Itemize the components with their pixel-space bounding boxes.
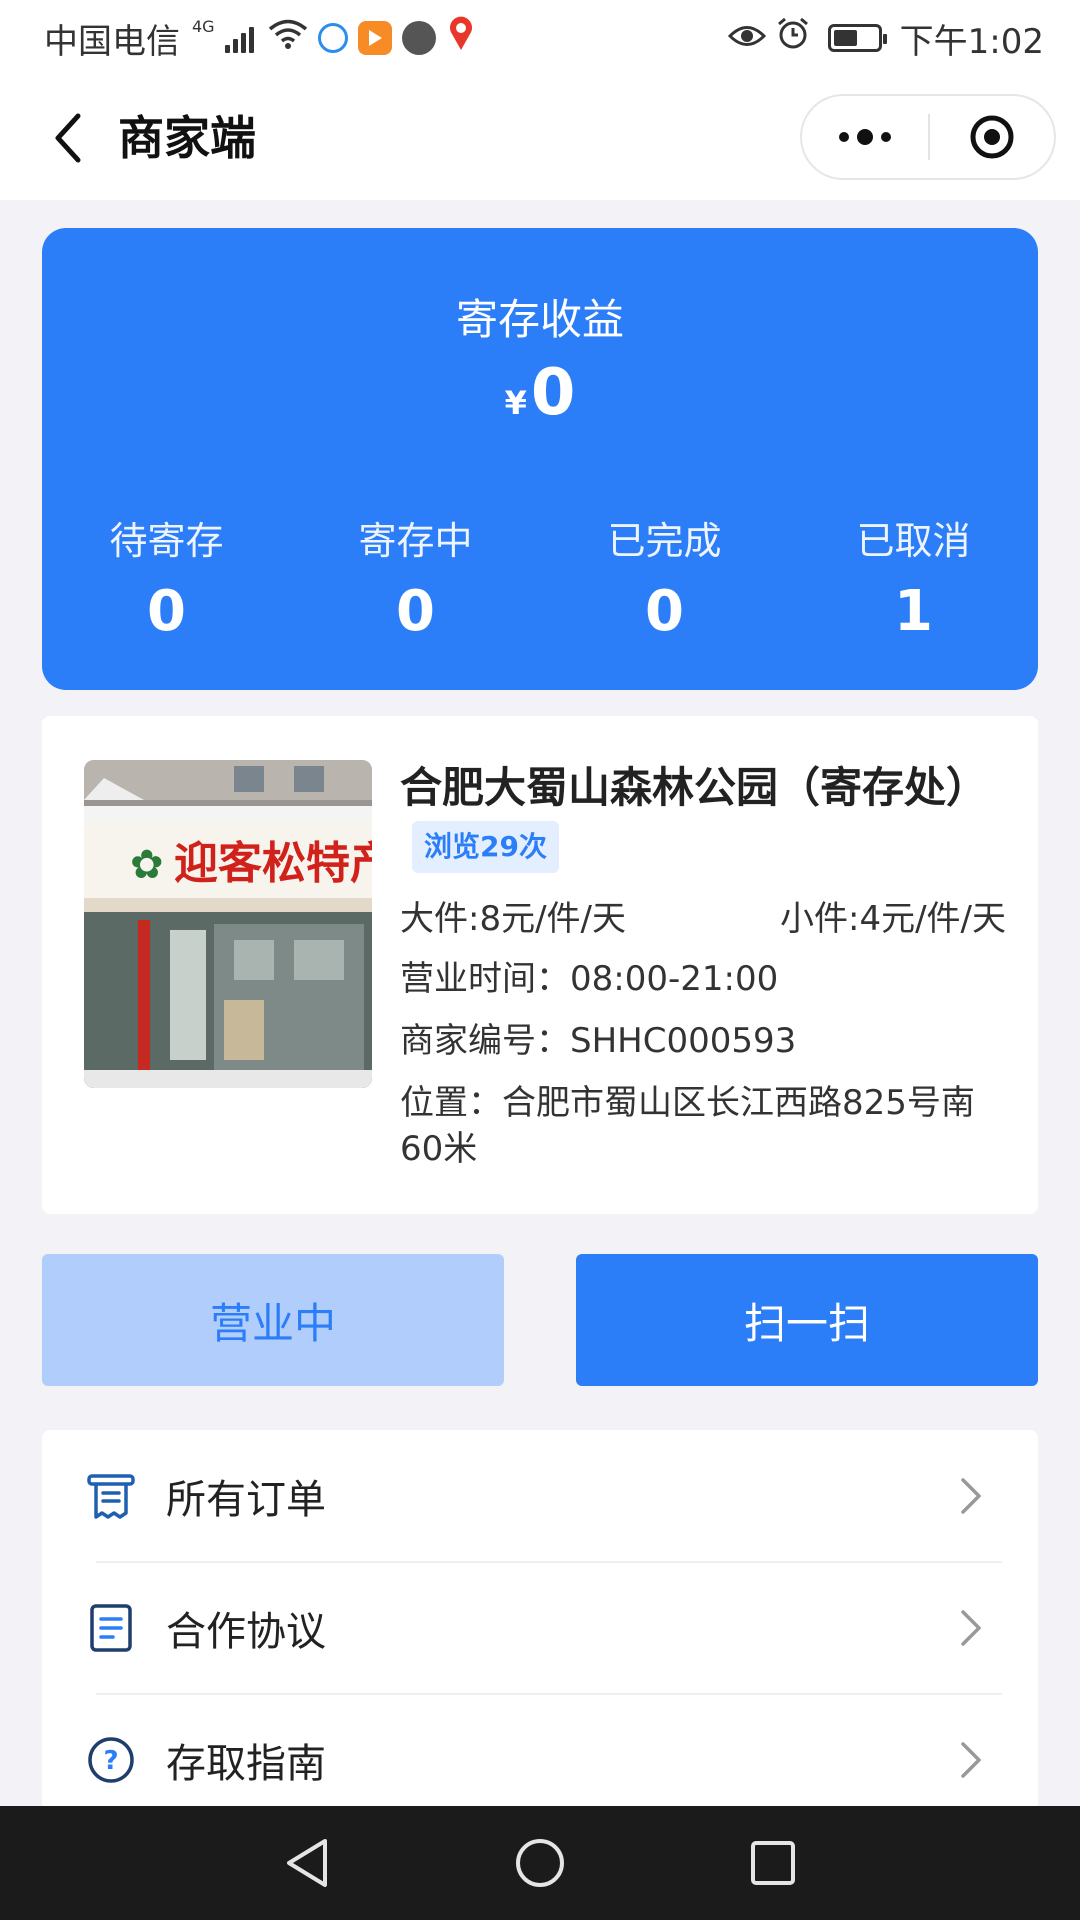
back-button[interactable] bbox=[36, 106, 100, 170]
menu-item-agreement[interactable]: 合作协议 bbox=[42, 1562, 1038, 1694]
video-app-icon bbox=[357, 21, 392, 55]
business-hours: 营业时间：08:00-21:00 bbox=[400, 958, 779, 999]
menu-item-label: 所有订单 bbox=[166, 1477, 326, 1523]
stat-completed[interactable]: 已完成 0 bbox=[540, 510, 789, 644]
menu-item-label: 合作协议 bbox=[166, 1609, 326, 1655]
chevron-right-icon bbox=[956, 1608, 986, 1648]
menu-item-guide[interactable]: ? 存取指南 bbox=[42, 1694, 1038, 1810]
sign-text: 迎客松特产 bbox=[174, 838, 372, 889]
page-title: 商家端 bbox=[118, 111, 256, 165]
stat-value: 1 bbox=[894, 579, 933, 644]
document-icon bbox=[86, 1603, 136, 1653]
browser-app-icon bbox=[401, 21, 436, 55]
shop-photo: 迎客松特产 ✿ bbox=[84, 760, 372, 1088]
app-notification-icon bbox=[317, 23, 348, 53]
currency-symbol: ¥ bbox=[504, 384, 527, 422]
target-icon bbox=[970, 115, 1014, 159]
views-badge: 浏览29次 bbox=[412, 820, 559, 873]
status-bar: 中国电信 4G 下午1:02 bbox=[0, 0, 1080, 76]
system-home-button[interactable] bbox=[510, 1833, 570, 1893]
help-icon: ? bbox=[86, 1735, 136, 1785]
stat-value: 0 bbox=[396, 579, 435, 644]
svg-text:?: ? bbox=[103, 1746, 118, 1776]
signal-icon bbox=[224, 23, 254, 53]
circle-home-icon bbox=[515, 1839, 564, 1887]
business-status-button[interactable]: 营业中 bbox=[42, 1254, 504, 1386]
stat-storing[interactable]: 寄存中 0 bbox=[291, 510, 540, 644]
more-dots-icon bbox=[839, 132, 849, 142]
stat-label: 已完成 bbox=[607, 519, 722, 563]
alarm-icon bbox=[776, 17, 810, 60]
merchant-number: 商家编号：SHHC000593 bbox=[400, 1020, 797, 1061]
system-back-button[interactable] bbox=[277, 1833, 337, 1893]
system-recents-button[interactable] bbox=[743, 1833, 803, 1893]
income-amount: ¥0 bbox=[42, 356, 1038, 430]
stat-label: 已取消 bbox=[856, 519, 971, 563]
stat-label: 待寄存 bbox=[109, 519, 224, 563]
map-app-icon bbox=[446, 16, 476, 61]
mini-program-capsule bbox=[800, 94, 1056, 180]
stat-cancelled[interactable]: 已取消 1 bbox=[789, 510, 1038, 644]
income-title: 寄存收益 bbox=[455, 295, 624, 344]
stat-label: 寄存中 bbox=[358, 519, 473, 563]
clock-time: 下午1:02 bbox=[899, 21, 1044, 62]
amount-value: 0 bbox=[530, 356, 576, 430]
more-button[interactable] bbox=[802, 96, 928, 178]
scan-button[interactable]: 扫一扫 bbox=[576, 1254, 1038, 1386]
shop-name-text: 合肥大蜀山森林公园（寄存处） bbox=[400, 763, 989, 812]
shop-location: 位置：合肥市蜀山区长江西路825号南60米 bbox=[400, 1082, 975, 1169]
wifi-icon bbox=[268, 18, 308, 59]
menu-list: 所有订单 合作协议 ? 存取指南 bbox=[42, 1430, 1038, 1810]
triangle-back-icon bbox=[286, 1839, 327, 1887]
system-nav-bar bbox=[0, 1806, 1080, 1920]
battery-icon bbox=[827, 24, 887, 52]
income-card: 寄存收益 ¥0 待寄存 0 寄存中 0 已完成 0 已取消 1 bbox=[42, 228, 1038, 690]
stat-value: 0 bbox=[147, 579, 186, 644]
stat-value: 0 bbox=[645, 579, 684, 644]
price-row: 大件:8元/件/天 小件:4元/件/天 bbox=[400, 891, 1006, 940]
shop-name: 合肥大蜀山森林公园（寄存处） 浏览29次 bbox=[400, 760, 1006, 873]
small-item-price: 小件:4元/件/天 bbox=[780, 898, 1006, 939]
menu-item-all-orders[interactable]: 所有订单 bbox=[42, 1430, 1038, 1562]
shop-card[interactable]: 迎客松特产 ✿ 合肥大蜀山森林公园（寄存处） 浏览29次 大件:8元/件/天 小件… bbox=[42, 716, 1038, 1214]
network-type: 4G bbox=[192, 16, 215, 36]
shop-info: 合肥大蜀山森林公园（寄存处）浏览29次 大件:8元/件/天 小件:4元/件/天 … bbox=[400, 760, 1006, 1172]
large-item-price: 大件:8元/件/天 bbox=[400, 898, 626, 939]
stat-pending[interactable]: 待寄存 0 bbox=[42, 510, 291, 644]
chevron-right-icon bbox=[956, 1740, 986, 1780]
menu-item-label: 存取指南 bbox=[166, 1741, 326, 1787]
square-recents-icon bbox=[751, 1841, 796, 1885]
nav-bar: 商家端 bbox=[0, 76, 1080, 200]
eye-icon bbox=[727, 18, 766, 58]
close-miniprogram-button[interactable] bbox=[930, 96, 1054, 178]
receipt-icon bbox=[86, 1471, 136, 1521]
chevron-left-icon bbox=[55, 113, 81, 163]
chevron-right-icon bbox=[956, 1476, 986, 1516]
svg-text:✿: ✿ bbox=[130, 842, 164, 888]
order-stats: 待寄存 0 寄存中 0 已完成 0 已取消 1 bbox=[42, 510, 1038, 644]
carrier-name: 中国电信 bbox=[44, 21, 180, 62]
